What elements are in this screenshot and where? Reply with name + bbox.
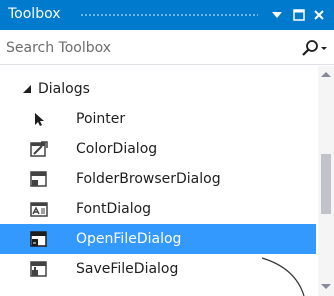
folder-browser-dialog-icon [28, 168, 50, 190]
item-label: FontDialog [76, 201, 152, 217]
dropdown-arrow-icon[interactable] [268, 6, 286, 24]
pointer-icon [28, 108, 50, 130]
search-input[interactable] [4, 37, 298, 59]
group-dialogs[interactable]: Dialogs [0, 74, 316, 104]
toolbox-item-savefiledialog[interactable]: SaveFileDialog [0, 254, 316, 284]
search-icon [302, 40, 327, 56]
scrollbar-thumb[interactable] [321, 154, 331, 214]
color-dialog-icon [28, 138, 50, 160]
toolbox-list: Dialogs Pointer ColorDialog FolderBrowse… [0, 66, 316, 296]
item-label: SaveFileDialog [76, 261, 179, 277]
toolbox-item-folderbrowserdialog[interactable]: FolderBrowserDialog [0, 164, 316, 194]
scroll-down-icon[interactable] [321, 284, 331, 289]
item-label: FolderBrowserDialog [76, 171, 221, 187]
window-title: Toolbox [8, 6, 61, 22]
collapse-triangle-icon[interactable] [22, 84, 32, 94]
group-label: Dialogs [38, 81, 90, 97]
search-bar [0, 31, 334, 65]
title-bar-grip[interactable] [80, 13, 258, 18]
open-file-dialog-icon [28, 228, 50, 250]
scroll-up-icon[interactable] [321, 72, 331, 77]
toolbox-item-fontdialog[interactable]: FontDialog [0, 194, 316, 224]
toolbox-title-bar[interactable]: Toolbox [0, 0, 334, 30]
font-dialog-icon [28, 198, 50, 220]
item-label: OpenFileDialog [76, 231, 182, 247]
search-button[interactable] [300, 37, 330, 59]
item-label: Pointer [76, 111, 126, 127]
item-label: ColorDialog [76, 141, 158, 157]
toolbox-item-colordialog[interactable]: ColorDialog [0, 134, 316, 164]
save-file-dialog-icon [28, 258, 50, 280]
maximize-icon[interactable] [290, 6, 308, 24]
close-icon[interactable] [310, 6, 328, 24]
toolbox-item-openfiledialog[interactable]: OpenFileDialog [0, 224, 316, 254]
toolbox-item-pointer[interactable]: Pointer [0, 104, 316, 134]
vertical-scrollbar[interactable] [318, 66, 334, 296]
